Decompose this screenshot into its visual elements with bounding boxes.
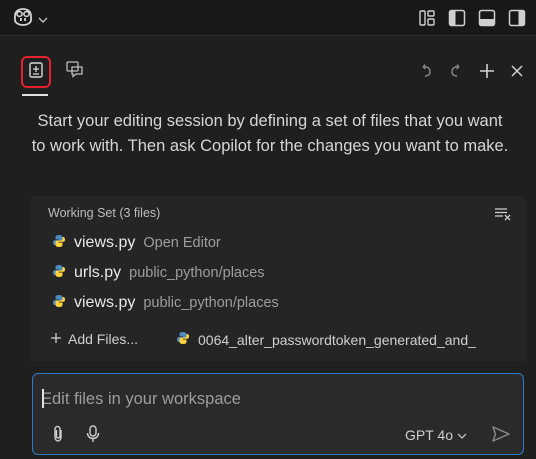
working-set-file[interactable]: urls.py public_python/places [52, 262, 265, 284]
toggle-panel-icon[interactable] [478, 9, 496, 27]
model-picker[interactable]: GPT 4o [405, 427, 467, 443]
copilot-edits-icon [27, 61, 45, 84]
python-icon [176, 331, 190, 348]
toggle-primary-sidebar-icon[interactable] [448, 9, 466, 27]
paperclip-icon[interactable] [51, 425, 65, 448]
working-set-file[interactable]: views.py Open Editor [52, 232, 221, 254]
file-description: public_python/places [129, 265, 265, 281]
customize-layout-icon[interactable] [418, 9, 436, 27]
chevron-down-icon [457, 427, 467, 443]
chevron-down-icon [38, 11, 48, 29]
file-description: public_python/places [143, 295, 279, 311]
add-files-button[interactable]: Add Files... [50, 331, 138, 347]
file-name: urls.py [74, 264, 122, 281]
redo-icon[interactable] [448, 63, 464, 84]
add-files-label: Add Files... [68, 331, 139, 347]
python-icon [52, 234, 66, 253]
title-bar [0, 0, 536, 36]
suggested-file-button[interactable]: 0064_alter_passwordtoken_generated_and_ [176, 331, 522, 348]
plus-icon [50, 331, 62, 347]
working-set-file[interactable]: views.py public_python/places [52, 292, 279, 314]
microphone-icon[interactable] [85, 424, 101, 449]
file-description: Open Editor [143, 235, 221, 251]
send-icon[interactable] [491, 425, 511, 448]
tab-copilot-edits[interactable] [21, 56, 51, 88]
python-icon [52, 294, 66, 313]
tab-chat[interactable] [62, 58, 88, 84]
active-tab-indicator [22, 94, 48, 96]
copilot-menu-button[interactable] [12, 7, 48, 32]
text-caret [42, 389, 44, 408]
intro-message: Start your editing session by defining a… [31, 112, 509, 155]
model-label: GPT 4o [405, 427, 453, 443]
chat-toolbar [0, 52, 536, 96]
file-name: views.py [74, 294, 136, 311]
working-set-panel: Working Set (3 files) views.py Open Edit… [30, 196, 526, 361]
chat-icon [65, 60, 85, 83]
suggested-file-name: 0064_alter_passwordtoken_generated_and_ [198, 331, 476, 348]
new-session-icon[interactable] [478, 62, 496, 85]
toggle-secondary-sidebar-icon[interactable] [508, 9, 526, 27]
working-set-title: Working Set (3 files) [48, 206, 161, 220]
clear-all-icon[interactable] [494, 207, 512, 226]
python-icon [52, 264, 66, 283]
copilot-icon [12, 7, 34, 32]
file-name: views.py [74, 234, 136, 251]
close-icon[interactable] [510, 64, 524, 83]
chat-input-box: GPT 4o [32, 373, 524, 455]
edit-prompt-input[interactable] [41, 387, 511, 411]
undo-icon[interactable] [418, 63, 434, 84]
